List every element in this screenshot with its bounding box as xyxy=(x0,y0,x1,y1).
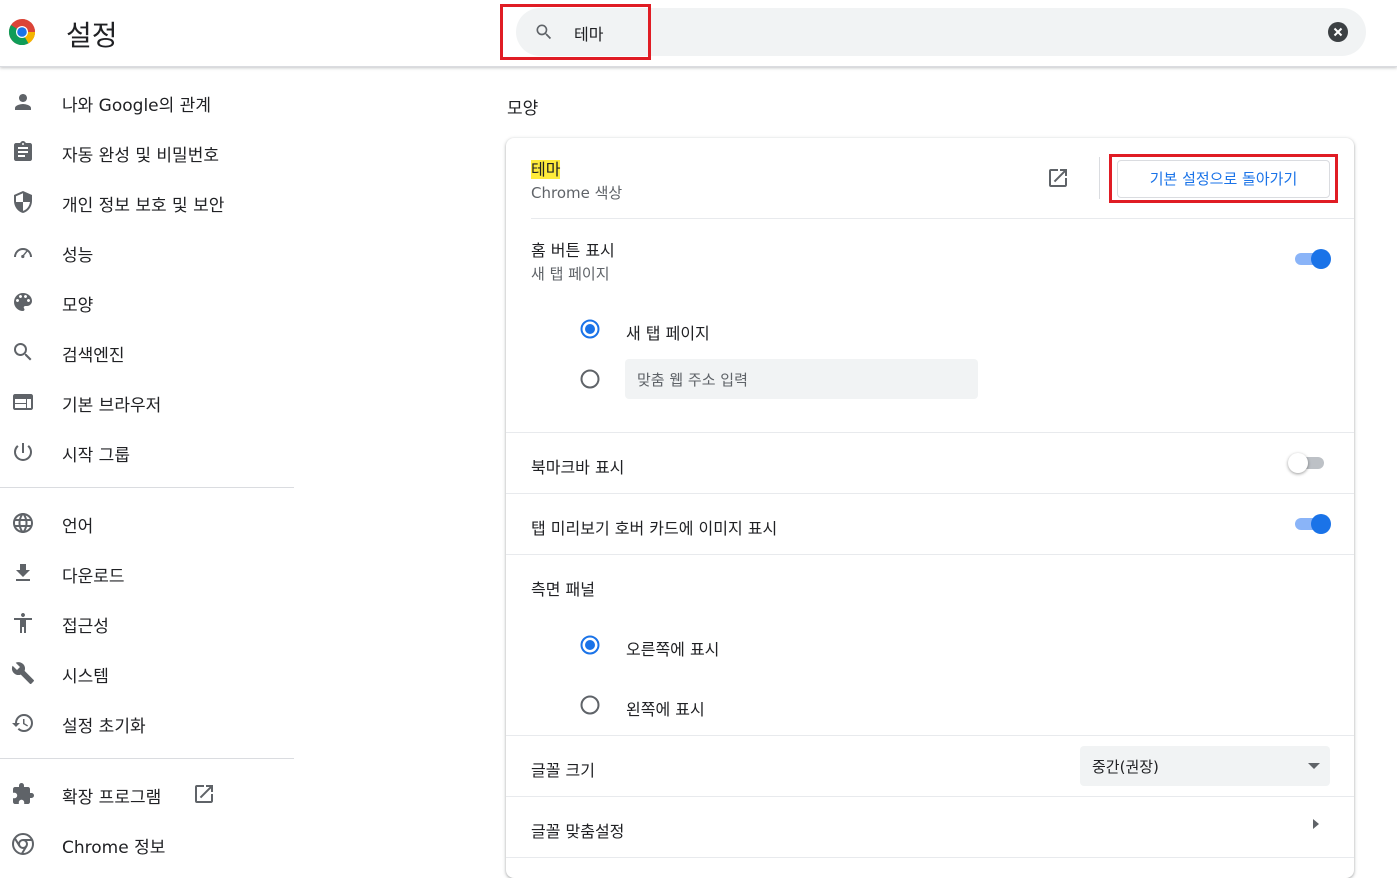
custom-url-input[interactable]: 맞춤 웹 주소 입력 xyxy=(625,359,978,399)
home-button-toggle[interactable] xyxy=(1291,247,1331,271)
theme-title: 테마 xyxy=(531,156,561,180)
sidebar-item-label: 나와 Google의 관계 xyxy=(62,96,211,116)
section-title: 모양 xyxy=(507,99,539,119)
sidebar-divider xyxy=(0,487,294,488)
row-divider xyxy=(506,857,1354,858)
home-button-title: 홈 버튼 표시 xyxy=(531,241,615,260)
clipboard-icon xyxy=(14,141,32,161)
sidebar-item-extensions[interactable]: 확장 프로그램 xyxy=(0,771,294,817)
sidebar-item-autofill[interactable]: 자동 완성 및 비밀번호 xyxy=(0,129,294,175)
power-icon xyxy=(13,443,32,461)
top-bar: 설정 테마 xyxy=(0,0,1397,67)
sidebar-divider xyxy=(0,758,294,759)
side-panel-title: 측면 패널 xyxy=(531,580,595,599)
dropdown-arrow-icon xyxy=(1308,763,1320,769)
sidebar-item-label: Chrome 정보 xyxy=(62,838,166,858)
radio-show-right-label: 오른쪽에 표시 xyxy=(626,640,720,659)
sidebar-item-label: 시스템 xyxy=(62,667,109,687)
sidebar-item-accessibility[interactable]: 접근성 xyxy=(0,600,294,646)
font-size-title: 글꼴 크기 xyxy=(531,761,595,780)
reset-highlight-box xyxy=(1109,154,1338,203)
browser-icon xyxy=(13,394,33,410)
sidebar-item-languages[interactable]: 언어 xyxy=(0,500,294,546)
sidebar-item-label: 설정 초기화 xyxy=(62,717,146,737)
radio-custom-url[interactable] xyxy=(580,369,600,389)
theme-subtitle: Chrome 색상 xyxy=(531,184,623,202)
sidebar-item-label: 시작 그룹 xyxy=(62,446,130,466)
sidebar-item-label: 개인 정보 보호 및 보안 xyxy=(62,196,225,216)
clear-search-icon[interactable] xyxy=(1328,22,1348,42)
sidebar-item-label: 언어 xyxy=(62,517,94,537)
search-icon xyxy=(14,343,32,361)
sidebar-item-label: 접근성 xyxy=(62,617,109,637)
row-divider xyxy=(506,554,1354,555)
sidebar-item-label: 검색엔진 xyxy=(62,346,125,366)
globe-icon xyxy=(13,513,33,533)
bookmarks-bar-toggle[interactable] xyxy=(1288,451,1328,475)
home-button-subtitle: 새 탭 페이지 xyxy=(531,265,610,283)
sidebar-item-label: 자동 완성 및 비밀번호 xyxy=(62,146,219,166)
accessibility-icon xyxy=(14,613,32,633)
radio-show-left-label: 왼쪽에 표시 xyxy=(626,700,705,719)
sidebar-item-label: 모양 xyxy=(62,296,94,316)
font-size-select[interactable]: 중간(권장) xyxy=(1080,746,1330,786)
open-in-new-icon xyxy=(195,785,213,803)
sidebar-item-label: 확장 프로그램 xyxy=(62,788,162,808)
shield-icon xyxy=(14,191,32,213)
radio-new-tab-page-label: 새 탭 페이지 xyxy=(626,324,710,343)
chrome-logo-icon xyxy=(8,19,36,46)
custom-url-placeholder: 맞춤 웹 주소 입력 xyxy=(637,371,748,389)
sidebar-item-you-and-google[interactable]: 나와 Google의 관계 xyxy=(0,79,294,125)
chevron-right-icon[interactable] xyxy=(1313,819,1319,829)
puzzle-icon xyxy=(13,783,34,804)
row-divider xyxy=(506,493,1354,494)
sidebar-item-privacy[interactable]: 개인 정보 보호 및 보안 xyxy=(0,179,294,225)
row-divider xyxy=(506,796,1354,797)
sidebar-item-search-engine[interactable]: 검색엔진 xyxy=(0,329,294,375)
vertical-separator xyxy=(1099,157,1100,199)
sidebar-item-appearance[interactable]: 모양 xyxy=(0,279,294,325)
row-divider xyxy=(531,218,1354,219)
page-title: 설정 xyxy=(66,19,118,52)
font-size-value: 중간(권장) xyxy=(1092,758,1159,776)
bookmarks-bar-title: 북마크바 표시 xyxy=(531,458,625,477)
download-icon xyxy=(16,564,30,581)
sidebar-item-on-startup[interactable]: 시작 그룹 xyxy=(0,429,294,475)
radio-show-right[interactable] xyxy=(580,635,600,655)
row-divider xyxy=(506,735,1354,736)
sidebar-item-label: 성능 xyxy=(62,246,94,266)
person-icon xyxy=(15,94,31,110)
sidebar-item-label: 기본 브라우저 xyxy=(62,396,162,416)
open-in-new-icon[interactable] xyxy=(1046,166,1070,190)
customize-fonts-title[interactable]: 글꼴 맞춤설정 xyxy=(531,818,624,842)
theme-title-text: 테마 xyxy=(531,160,561,179)
sidebar-item-label: 다운로드 xyxy=(62,567,125,587)
sidebar-item-default-browser[interactable]: 기본 브라우저 xyxy=(0,379,294,425)
sidebar-item-system[interactable]: 시스템 xyxy=(0,650,294,696)
history-icon xyxy=(12,714,33,732)
speedometer-icon xyxy=(14,248,32,259)
tab-hover-title: 탭 미리보기 호버 카드에 이미지 표시 xyxy=(531,519,778,538)
palette-icon xyxy=(14,293,32,311)
wrench-icon xyxy=(11,662,34,684)
sidebar-item-reset[interactable]: 설정 초기화 xyxy=(0,700,294,746)
chrome-icon xyxy=(12,833,34,855)
sidebar-item-downloads[interactable]: 다운로드 xyxy=(0,550,294,596)
sidebar-item-performance[interactable]: 성능 xyxy=(0,229,294,275)
radio-show-left[interactable] xyxy=(580,695,600,715)
row-divider xyxy=(506,432,1354,433)
radio-new-tab-page[interactable] xyxy=(580,319,600,339)
search-highlight-box xyxy=(500,4,651,60)
tab-hover-toggle[interactable] xyxy=(1291,512,1331,536)
sidebar-item-about-chrome[interactable]: Chrome 정보 xyxy=(0,821,294,867)
